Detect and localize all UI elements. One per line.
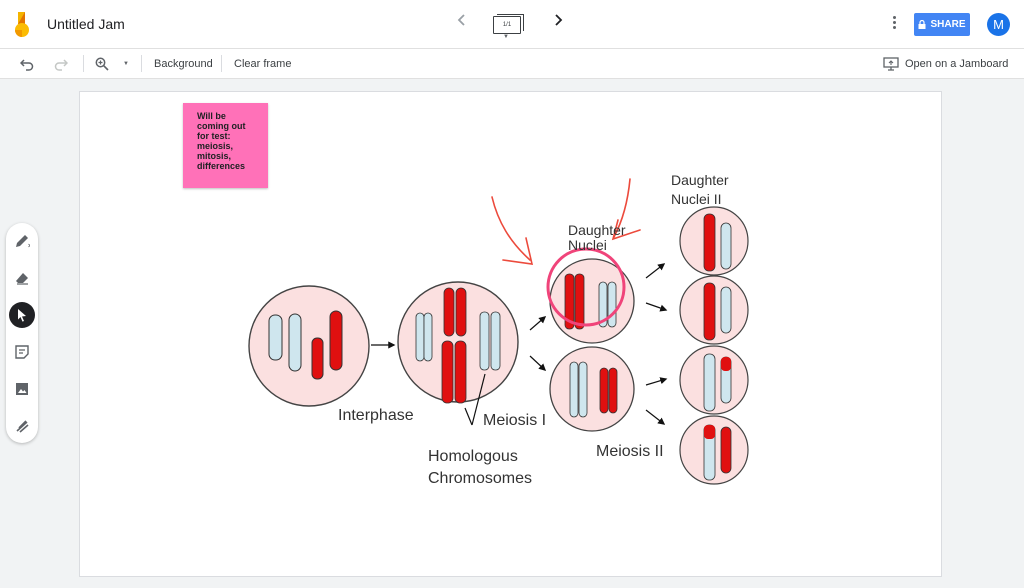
label-daughter-nuclei-ii: Daughter (671, 172, 729, 188)
frame-bar-toggle[interactable]: 1/1 ▼ (493, 14, 525, 40)
caret-down-icon: ▼ (123, 61, 129, 67)
label-meiosis-1: Meiosis I (483, 412, 547, 429)
open-on-jamboard-label: Open on a Jamboard (905, 58, 1009, 70)
daughter-2-cell-3 (679, 345, 749, 415)
sticky-note-tool[interactable] (9, 339, 35, 365)
lock-icon (918, 20, 926, 29)
image-icon (16, 383, 28, 395)
label-chromosomes: Chromosomes (428, 470, 533, 487)
undo-icon (19, 59, 34, 71)
laser-tool[interactable] (9, 413, 35, 439)
laser-icon (16, 420, 29, 433)
background-button[interactable]: Background (154, 54, 213, 74)
next-frame-button[interactable] (548, 13, 568, 33)
caret-down-icon: ▼ (503, 34, 509, 40)
open-on-jamboard-button[interactable]: Open on a Jamboard (883, 54, 1013, 74)
tool-palette (6, 223, 38, 443)
jamboard-logo-icon (15, 12, 29, 37)
top-bar: Untitled Jam 1/1 ▼ SHARE M (0, 0, 1024, 49)
zoom-in-icon (95, 57, 109, 71)
label-daughter-nuclei: Daughter (568, 222, 626, 238)
chevron-right-icon (555, 14, 563, 26)
toolbar-divider (83, 55, 84, 72)
annotation-arrow-left (491, 196, 534, 265)
edit-toolbar: ▼ Background Clear frame Open on a Jambo… (0, 49, 1024, 79)
label-interphase: Interphase (338, 407, 414, 424)
redo-icon (54, 59, 69, 71)
daughter-2-cell-1 (679, 206, 749, 276)
meiosis-1-cell (397, 281, 519, 404)
daughter-cell-bottom (549, 346, 635, 432)
label-daughter-nuclei-ii-line2: Nuclei II (671, 191, 722, 207)
pen-tool[interactable] (9, 228, 35, 254)
undo-button[interactable] (19, 54, 38, 74)
redo-button[interactable] (54, 54, 72, 74)
whiteboard-frame[interactable]: Will be coming out for test: meiosis, mi… (79, 91, 942, 577)
daughter-2-cell-2 (679, 275, 749, 345)
share-label: SHARE (930, 19, 966, 30)
more-options-icon[interactable] (887, 14, 901, 34)
toolbar-divider (141, 55, 142, 72)
label-daughter-nuclei-line2: Nuclei (568, 237, 607, 253)
daughter-2-cell-4 (679, 415, 749, 485)
eraser-tool[interactable] (9, 265, 35, 291)
account-avatar[interactable]: M (987, 13, 1010, 36)
jam-title[interactable]: Untitled Jam (47, 16, 125, 32)
cast-to-device-icon (883, 57, 899, 71)
label-meiosis-2: Meiosis II (596, 443, 664, 460)
share-button[interactable]: SHARE (914, 13, 970, 36)
label-homologous: Homologous (428, 448, 518, 465)
toolbar-divider (221, 55, 222, 72)
select-tool[interactable] (9, 302, 35, 328)
sticky-note-icon (15, 345, 29, 359)
eraser-icon (16, 273, 28, 285)
zoom-button[interactable]: ▼ (95, 54, 133, 74)
chevron-left-icon (457, 14, 465, 26)
interphase-cell (248, 285, 370, 407)
image-tool[interactable] (9, 376, 35, 402)
previous-frame-button[interactable] (452, 13, 472, 33)
select-icon (18, 309, 26, 322)
frame-counter: 1/1 (493, 16, 521, 34)
pen-icon (16, 235, 30, 248)
meiosis-diagram (248, 178, 749, 485)
clear-frame-button[interactable]: Clear frame (234, 54, 291, 74)
